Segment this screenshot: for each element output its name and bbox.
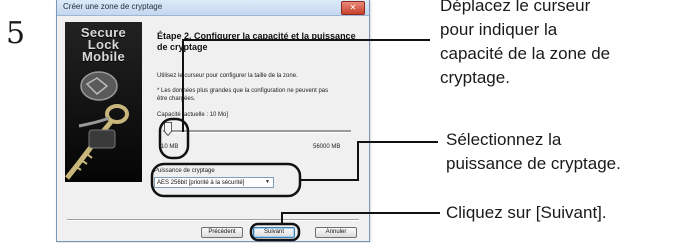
slider-max-label: 56000 MB: [313, 144, 341, 150]
brand-panel: Secure Lock Mobile: [65, 22, 142, 182]
slider-callout-line-1: Déplacez le curseur: [440, 0, 591, 15]
slider-callout-line-2: pour indiquer la: [440, 20, 558, 39]
capacity-label: Capacité [actuelle : 10 Mo]: [157, 112, 229, 118]
title-bar: Créer une zone de cryptage ✕: [57, 0, 369, 16]
footer-separator: [67, 219, 359, 221]
step-number: 5: [6, 16, 26, 51]
back-button[interactable]: Précédent: [201, 227, 243, 238]
key-lock-icon: [65, 71, 129, 180]
next-callout: Cliquez sur [Suivant].: [446, 203, 607, 222]
encryption-callout: Sélectionnez la puissance de cryptage.: [446, 128, 621, 176]
next-button[interactable]: Suivant: [253, 227, 295, 238]
encryption-callout-line-1: Sélectionnez la: [446, 130, 562, 149]
encryption-group-label: Puissance de cryptage: [154, 168, 215, 174]
capacity-slider-thumb[interactable]: [164, 122, 172, 136]
brand-logo: Secure Lock Mobile: [65, 26, 142, 64]
warning-text: * Les données plus grandes que la config…: [157, 88, 329, 102]
dialog-title: Créer une zone de cryptage: [63, 2, 163, 11]
brand-line-3: Mobile: [82, 49, 125, 64]
instruction-text: Utilisez le curseur pour configurer la t…: [157, 73, 298, 79]
encryption-group: Puissance de cryptage AES 256bit [priori…: [151, 168, 279, 198]
cancel-button[interactable]: Annuler: [315, 227, 357, 238]
capacity-slider-track[interactable]: [163, 130, 351, 133]
step-heading: Étape 2. Configurer la capacité et la pu…: [157, 31, 356, 52]
chevron-down-icon[interactable]: ▼: [263, 179, 272, 186]
close-icon: ✕: [349, 3, 357, 12]
slider-callout: Déplacez le curseur pour indiquer la cap…: [440, 0, 610, 90]
dialog-window: Créer une zone de cryptage ✕ Secure Lock…: [56, 0, 370, 242]
encryption-select-value: AES 256bit [priorité à la sécurité]: [157, 180, 245, 186]
close-button[interactable]: ✕: [341, 1, 365, 15]
encryption-callout-line-2: puissance de cryptage.: [446, 154, 621, 173]
slider-min-label: 10 MB: [161, 144, 179, 150]
slider-callout-line-3: capacité de la zone de: [440, 44, 611, 63]
encryption-select[interactable]: AES 256bit [priorité à la sécurité] ▼: [154, 177, 274, 188]
slider-callout-line-4: cryptage.: [440, 68, 510, 87]
